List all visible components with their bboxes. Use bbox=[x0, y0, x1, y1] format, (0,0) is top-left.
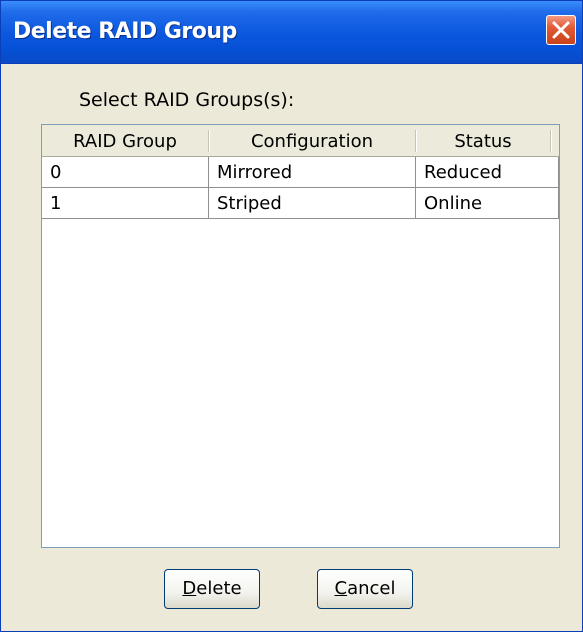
table-row[interactable]: 1 Striped Online bbox=[42, 188, 559, 219]
cancel-mnemonic: C bbox=[334, 578, 348, 599]
cancel-button[interactable]: Cancel bbox=[317, 569, 413, 609]
close-icon bbox=[552, 21, 570, 39]
column-header-raid-group[interactable]: RAID Group bbox=[42, 125, 208, 156]
title-bar[interactable]: Delete RAID Group bbox=[1, 1, 582, 64]
delete-mnemonic: D bbox=[182, 578, 197, 599]
table-header: RAID Group Configuration Status bbox=[42, 125, 559, 157]
cell-raid-group: 0 bbox=[42, 157, 209, 188]
column-header-configuration[interactable]: Configuration bbox=[209, 125, 415, 156]
column-header-status[interactable]: Status bbox=[416, 125, 550, 156]
select-raid-groups-label: Select RAID Groups(s): bbox=[79, 89, 295, 111]
raid-group-table[interactable]: RAID Group Configuration Status 0 Mirror… bbox=[41, 124, 560, 548]
cell-raid-group: 1 bbox=[42, 188, 209, 219]
delete-button[interactable]: Delete bbox=[164, 569, 260, 609]
dialog-title: Delete RAID Group bbox=[13, 19, 237, 44]
delete-button-label: elete bbox=[196, 578, 242, 599]
delete-raid-group-dialog: Delete RAID Group Select RAID Groups(s):… bbox=[0, 0, 583, 632]
column-divider[interactable] bbox=[550, 130, 551, 152]
close-button[interactable] bbox=[546, 15, 576, 45]
table-row[interactable]: 0 Mirrored Reduced bbox=[42, 157, 559, 188]
cell-status: Online bbox=[416, 188, 559, 219]
cell-configuration: Striped bbox=[209, 188, 416, 219]
cell-status: Reduced bbox=[416, 157, 559, 188]
cell-configuration: Mirrored bbox=[209, 157, 416, 188]
cancel-button-label: ancel bbox=[347, 578, 396, 599]
